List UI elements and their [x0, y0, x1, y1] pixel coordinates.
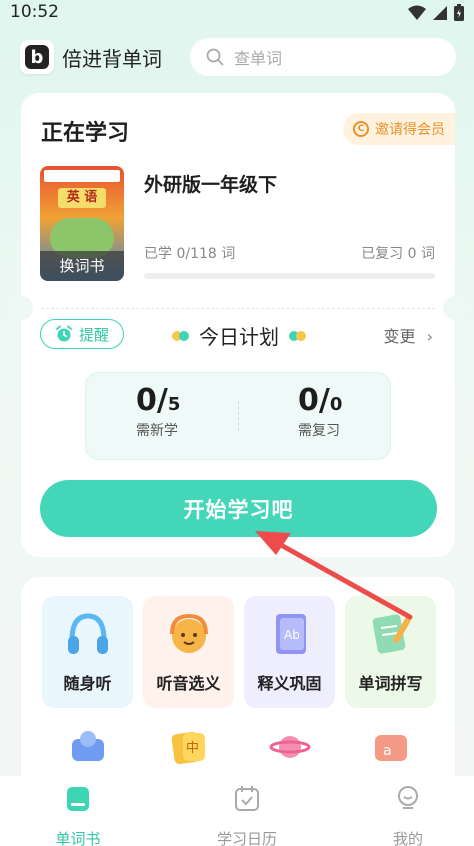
- review-label: 需复习: [298, 423, 340, 439]
- profile-icon: [398, 786, 418, 809]
- tool-label: 听音选义: [156, 674, 221, 693]
- wifi-icon: [408, 5, 426, 20]
- chevron-right-icon: ›: [426, 327, 433, 346]
- definition-book-icon: Ab: [276, 614, 306, 654]
- book-name: 外研版一年级下: [144, 174, 278, 196]
- status-bar: 10:52: [0, 0, 474, 26]
- tab-wordbook[interactable]: 单词书: [18, 784, 138, 846]
- change-plan-button[interactable]: 变更 ›: [383, 323, 433, 347]
- tab-calendar[interactable]: 学习日历: [187, 784, 307, 846]
- learned-count: 已学 0/118 词: [144, 246, 236, 262]
- headphones-icon: [68, 613, 108, 654]
- invite-button[interactable]: C 邀请得会员: [343, 113, 455, 145]
- plan-stats: 0/5 需新学 0/0 需复习: [85, 372, 391, 460]
- tool-label: 随身听: [63, 674, 112, 693]
- new-done: 0: [136, 383, 157, 418]
- svg-text:Ab: Ab: [284, 628, 300, 642]
- bottom-tab-bar: 单词书 学习日历 我的: [0, 776, 474, 846]
- start-learning-button[interactable]: 开始学习吧: [40, 480, 437, 537]
- tab-label: 我的: [392, 830, 423, 846]
- chinese-card-icon[interactable]: 中: [167, 727, 211, 767]
- review-total: 0: [329, 394, 343, 415]
- remind-button[interactable]: 提醒: [40, 319, 124, 349]
- spelling-notebook-icon: [372, 614, 411, 654]
- wordbook-icon: [67, 787, 89, 811]
- cell-signal-icon: [433, 5, 447, 20]
- tool-headphones[interactable]: 随身听: [42, 596, 133, 708]
- decor-dots-icon: [289, 330, 306, 341]
- listen-choose-icon: [170, 613, 208, 653]
- status-icons: [408, 4, 464, 21]
- study-tools-card: 随身听 听音选义 Ab 释义巩固 单词拼写 中 a: [21, 577, 455, 797]
- planet-icon[interactable]: [268, 727, 312, 767]
- svg-text:中: 中: [186, 741, 199, 756]
- reviewed-count: 已复习 0 词: [361, 246, 435, 262]
- search-placeholder: 查单词: [234, 49, 283, 68]
- logo-letter: b: [25, 45, 49, 69]
- plan-title-group: 今日计划: [171, 321, 307, 350]
- app-header: b 倍进背单词 查单词: [20, 38, 456, 76]
- search-input[interactable]: 查单词: [190, 38, 456, 76]
- remind-label: 提醒: [78, 325, 109, 344]
- tab-label: 学习日历: [216, 830, 277, 846]
- app-logo: b: [20, 40, 54, 74]
- decor-dots-icon: [172, 330, 189, 341]
- letter-card-icon[interactable]: a: [369, 727, 413, 767]
- tab-label: 单词书: [55, 830, 101, 846]
- tool-definition[interactable]: Ab 释义巩固: [244, 596, 335, 708]
- plan-title: 今日计划: [199, 325, 279, 349]
- current-study-card: 正在学习 C 邀请得会员 英 语 换词书 外研版一年级下 已学 0/118 词 …: [9, 93, 467, 557]
- change-book-button[interactable]: 换词书: [40, 251, 124, 281]
- tool-listen-choose[interactable]: 听音选义: [143, 596, 234, 708]
- section-title: 正在学习: [41, 121, 130, 146]
- card-divider: [41, 308, 435, 309]
- cover-title: 英 语: [58, 188, 106, 208]
- alarm-clock-icon: [56, 325, 72, 342]
- review-done: 0: [298, 383, 319, 418]
- app-name: 倍进背单词: [62, 46, 162, 71]
- calendar-icon: [235, 786, 259, 811]
- group-study-icon[interactable]: [66, 727, 110, 767]
- book-cover[interactable]: 英 语 换词书: [40, 166, 124, 281]
- review-words-stat: 0/0 需复习: [298, 383, 418, 440]
- change-plan-label: 变更: [383, 327, 416, 346]
- new-total: 5: [167, 394, 181, 415]
- status-time: 10:52: [10, 2, 59, 22]
- tool-label: 单词拼写: [358, 674, 423, 693]
- tool-spelling[interactable]: 单词拼写: [345, 596, 436, 708]
- tab-profile[interactable]: 我的: [348, 784, 468, 846]
- search-icon: [206, 48, 224, 66]
- battery-icon: [454, 4, 464, 21]
- coin-icon: C: [353, 121, 369, 137]
- svg-text:a: a: [383, 743, 392, 759]
- invite-label: 邀请得会员: [375, 122, 445, 138]
- progress-bar: [144, 273, 435, 279]
- tool-label: 释义巩固: [257, 674, 322, 693]
